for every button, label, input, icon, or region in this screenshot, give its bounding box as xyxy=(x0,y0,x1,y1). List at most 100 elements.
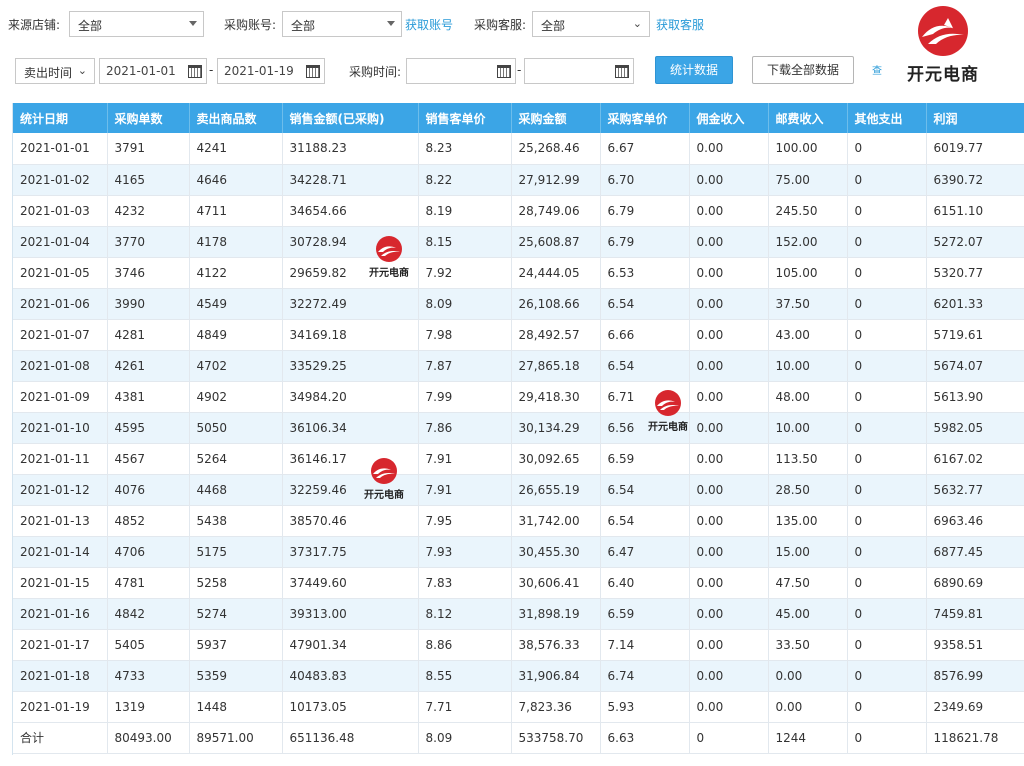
cell-date: 2021-01-12 xyxy=(13,474,108,506)
table-row[interactable]: 2021-01-17 5405 5937 47901.34 8.86 38,576.33 7… xyxy=(13,629,1024,661)
cell-sales-per-customer: 8.12 xyxy=(418,598,512,630)
time-type-value: 卖出时间 xyxy=(24,66,73,80)
cell-purchase-orders: 3746 xyxy=(107,257,190,289)
cell-purchase-amount: 30,134.29 xyxy=(511,412,601,444)
cell-purchase-per-customer: 6.67 xyxy=(600,133,690,165)
cell-commission-income: 0.00 xyxy=(689,226,769,258)
watermark-logo: 开元电商 xyxy=(360,456,408,508)
header-sales-per-customer[interactable]: 销售客单价 xyxy=(418,103,512,133)
cell-postage-income: 15.00 xyxy=(768,536,848,568)
table-row[interactable]: 2021-01-01 3791 4241 31188.23 8.23 25,268.46 6… xyxy=(13,133,1024,165)
calendar-icon[interactable] xyxy=(615,64,629,78)
cell-purchase-orders: 4567 xyxy=(107,443,190,475)
header-items-sold[interactable]: 卖出商品数 xyxy=(189,103,283,133)
cell-postage-income: 10.00 xyxy=(768,412,848,444)
get-cs-link[interactable]: 获取客服 xyxy=(656,16,704,33)
table-row[interactable]: 2021-01-08 4261 4702 33529.25 7.87 27,865.18 6… xyxy=(13,350,1024,382)
cell-other-expense: 0 xyxy=(847,536,927,568)
cell-postage-income: 28.50 xyxy=(768,474,848,506)
cell-date: 2021-01-18 xyxy=(13,660,108,692)
header-postage-income[interactable]: 邮费收入 xyxy=(768,103,848,133)
table-row[interactable]: 2021-01-12 4076 4468 32259.46 7.91 26,655.19 6… xyxy=(13,474,1024,506)
caret-down-icon xyxy=(387,21,395,26)
cell-date: 2021-01-15 xyxy=(13,567,108,599)
cell-purchase-amount: 30,606.41 xyxy=(511,567,601,599)
cell-purchase-orders: 4261 xyxy=(107,350,190,382)
calendar-icon[interactable] xyxy=(188,64,202,78)
time-type-select[interactable]: 卖出时间 ⌄ xyxy=(15,58,95,84)
purchase-date-start-input[interactable] xyxy=(406,58,516,84)
cell-sales-amount: 10173.05 xyxy=(282,691,419,723)
header-purchase-amount[interactable]: 采购金额 xyxy=(511,103,601,133)
table-row[interactable]: 2021-01-14 4706 5175 37317.75 7.93 30,455.30 6… xyxy=(13,536,1024,568)
cell-items-sold: 4702 xyxy=(189,350,283,382)
table-row[interactable]: 2021-01-10 4595 5050 36106.34 7.86 30,134.29 6… xyxy=(13,412,1024,444)
cell-other-expense: 0 xyxy=(847,288,927,320)
calendar-icon[interactable] xyxy=(306,64,320,78)
cell-commission-income: 0.00 xyxy=(689,195,769,227)
cell-date: 2021-01-10 xyxy=(13,412,108,444)
logo-text: 开元电商 xyxy=(907,65,979,85)
cell-commission-income: 0.00 xyxy=(689,381,769,413)
cell-items-sold: 4122 xyxy=(189,257,283,289)
cell-other-expense: 0 xyxy=(847,505,927,537)
cell-profit: 6890.69 xyxy=(926,567,1024,599)
cell-other-expense: 0 xyxy=(847,381,927,413)
purchase-cs-select[interactable]: 全部 ⌄ xyxy=(532,11,650,37)
logo-emblem xyxy=(918,6,968,56)
cell-profit: 6167.02 xyxy=(926,443,1024,475)
cell-sales-amount: 32272.49 xyxy=(282,288,419,320)
cell-items-sold: 4646 xyxy=(189,164,283,196)
cell-profit: 9358.51 xyxy=(926,629,1024,661)
header-purchase-orders[interactable]: 采购单数 xyxy=(107,103,190,133)
cell-postage-income: 0.00 xyxy=(768,660,848,692)
sold-date-end-input[interactable]: 2021-01-19 xyxy=(217,58,325,84)
cell-profit: 5719.61 xyxy=(926,319,1024,351)
get-account-link[interactable]: 获取账号 xyxy=(405,16,453,33)
table-row[interactable]: 2021-01-15 4781 5258 37449.60 7.83 30,606.41 6… xyxy=(13,567,1024,599)
calendar-icon[interactable] xyxy=(497,64,511,78)
table-row[interactable]: 2021-01-07 4281 4849 34169.18 7.98 28,492.57 6… xyxy=(13,319,1024,351)
watermark-emblem-icon xyxy=(655,390,681,416)
header-sales-amount[interactable]: 销售金额(已采购) xyxy=(282,103,419,133)
table-row[interactable]: 2021-01-19 1319 1448 10173.05 7.71 7,823.36 5.… xyxy=(13,691,1024,723)
cell-sales-amount: 47901.34 xyxy=(282,629,419,661)
cell-purchase-amount: 29,418.30 xyxy=(511,381,601,413)
table-row[interactable]: 2021-01-13 4852 5438 38570.46 7.95 31,742.00 6… xyxy=(13,505,1024,537)
header-purchase-per-customer[interactable]: 采购客单价 xyxy=(600,103,690,133)
table-row[interactable]: 2021-01-11 4567 5264 36146.17 7.91 30,092.65 6… xyxy=(13,443,1024,475)
source-store-select[interactable]: 全部 xyxy=(69,11,204,37)
table-row[interactable]: 2021-01-16 4842 5274 39313.00 8.12 31,898.19 6… xyxy=(13,598,1024,630)
cell-date: 2021-01-02 xyxy=(13,164,108,196)
table-row[interactable]: 2021-01-09 4381 4902 34984.20 7.99 29,418.30 6… xyxy=(13,381,1024,413)
table-row[interactable]: 2021-01-04 3770 4178 30728.94 8.15 25,608.87 6… xyxy=(13,226,1024,258)
total-cell-other-expense: 0 xyxy=(847,722,927,754)
table-row[interactable]: 2021-01-03 4232 4711 34654.66 8.19 28,749.06 6… xyxy=(13,195,1024,227)
table-row[interactable]: 2021-01-02 4165 4646 34228.71 8.22 27,912.99 6… xyxy=(13,164,1024,196)
cell-profit: 6877.45 xyxy=(926,536,1024,568)
cell-sales-per-customer: 8.55 xyxy=(418,660,512,692)
cell-sales-per-customer: 7.98 xyxy=(418,319,512,351)
cell-postage-income: 45.00 xyxy=(768,598,848,630)
query-link[interactable]: 查 xyxy=(872,62,882,77)
table-row[interactable]: 2021-01-06 3990 4549 32272.49 8.09 26,108.66 6… xyxy=(13,288,1024,320)
cell-sales-per-customer: 8.09 xyxy=(418,288,512,320)
header-profit[interactable]: 利润 xyxy=(926,103,1024,133)
cell-commission-income: 0.00 xyxy=(689,536,769,568)
download-all-button[interactable]: 下载全部数据 xyxy=(752,56,854,84)
cell-other-expense: 0 xyxy=(847,195,927,227)
header-commission-income[interactable]: 佣金收入 xyxy=(689,103,769,133)
purchase-account-select[interactable]: 全部 xyxy=(282,11,402,37)
cell-sales-per-customer: 8.15 xyxy=(418,226,512,258)
stats-table-container: 统计日期 采购单数 卖出商品数 销售金额(已采购) 销售客单价 采购金额 采购客单价 佣金收入… xyxy=(12,103,1024,755)
table-row[interactable]: 2021-01-18 4733 5359 40483.83 8.55 31,906.84 6… xyxy=(13,660,1024,692)
header-date[interactable]: 统计日期 xyxy=(13,103,108,133)
sold-date-start-input[interactable]: 2021-01-01 xyxy=(99,58,207,84)
table-row[interactable]: 2021-01-05 3746 4122 29659.82 7.92 24,444.05 6… xyxy=(13,257,1024,289)
header-other-expense[interactable]: 其他支出 xyxy=(847,103,927,133)
watermark-logo: 开元电商 xyxy=(644,388,692,440)
cell-purchase-amount: 27,912.99 xyxy=(511,164,601,196)
sold-date-end-value: 2021-01-19 xyxy=(224,64,294,78)
stat-data-button[interactable]: 统计数据 xyxy=(655,56,733,84)
purchase-date-end-input[interactable] xyxy=(524,58,634,84)
